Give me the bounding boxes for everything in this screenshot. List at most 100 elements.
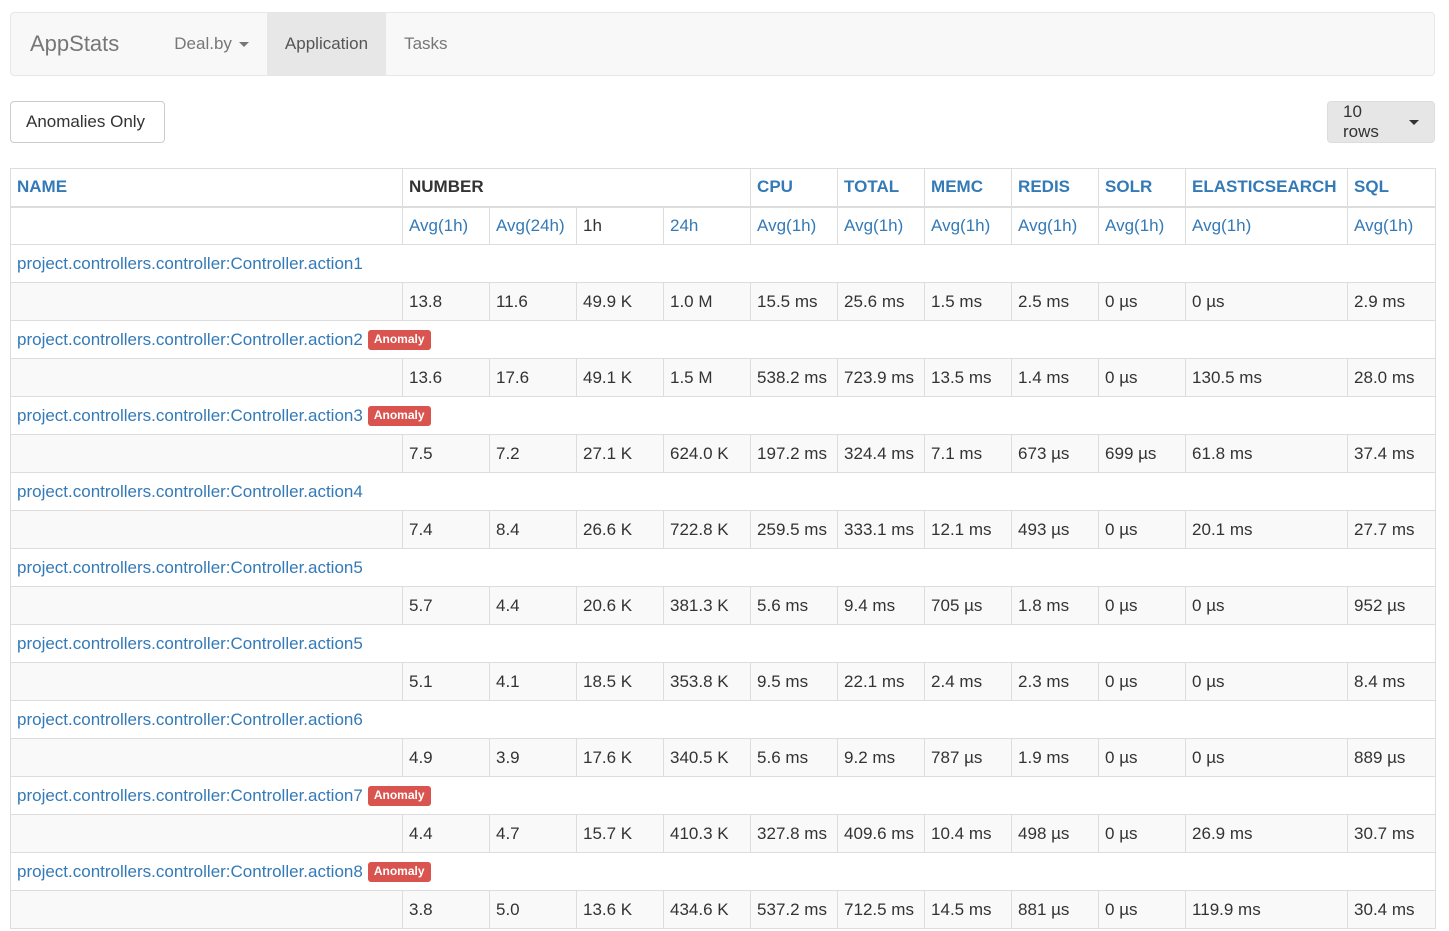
subheader-sort-link[interactable]: Avg(1h) xyxy=(1192,216,1251,235)
value-cell: 4.4 xyxy=(489,586,577,625)
nav-tasks[interactable]: Tasks xyxy=(386,13,465,75)
table-row-values: 3.8 5.0 13.6 K 434.6 K 537.2 ms 712.5 ms 14.5 … xyxy=(10,890,1437,929)
anomalies-only-button[interactable]: Anomalies Only xyxy=(10,101,165,143)
value-cell: 7.2 xyxy=(489,434,577,473)
table-row-name: project.controllers.controller:Controlle… xyxy=(9,700,1437,739)
action-name-link[interactable]: project.controllers.controller:Controlle… xyxy=(17,862,363,881)
value-cell: 787 µs xyxy=(924,738,1013,777)
header-memc-link[interactable]: MEMC xyxy=(931,177,983,196)
subheader-sort-link[interactable]: 24h xyxy=(670,216,698,235)
action-name-link[interactable]: project.controllers.controller:Controlle… xyxy=(17,330,363,349)
subheader-sort-link[interactable]: Avg(1h) xyxy=(1105,216,1164,235)
empty-cell xyxy=(10,434,403,473)
header-total[interactable]: TOTAL xyxy=(837,168,926,208)
subheader-cell[interactable]: Avg(1h) xyxy=(1011,206,1100,245)
value-cell: 0 µs xyxy=(1185,586,1349,625)
value-cell: 37.4 ms xyxy=(1347,434,1437,473)
header-solr[interactable]: SOLR xyxy=(1098,168,1187,208)
value-cell: 1.8 ms xyxy=(1011,586,1100,625)
action-name-link[interactable]: project.controllers.controller:Controlle… xyxy=(17,482,363,501)
header-number: NUMBER xyxy=(401,168,752,208)
header-solr-link[interactable]: SOLR xyxy=(1105,177,1152,196)
subheader-cell[interactable]: Avg(24h) xyxy=(489,206,577,245)
value-cell: 3.8 xyxy=(402,890,490,929)
subheader-cell[interactable]: Avg(1h) xyxy=(1098,206,1187,245)
table-row-name: project.controllers.controller:Controlle… xyxy=(9,396,1437,435)
value-cell: 324.4 ms xyxy=(837,434,926,473)
action-name-link[interactable]: project.controllers.controller:Controlle… xyxy=(17,786,363,805)
header-sql[interactable]: SQL xyxy=(1347,168,1437,208)
header-redis[interactable]: REDIS xyxy=(1011,168,1100,208)
subheader-cell[interactable]: 24h xyxy=(662,206,752,245)
subheader-sort-link[interactable]: Avg(1h) xyxy=(931,216,990,235)
table-row-name: project.controllers.controller:Controlle… xyxy=(9,244,1437,283)
header-cpu[interactable]: CPU xyxy=(750,168,839,208)
header-name[interactable]: NAME xyxy=(10,168,403,208)
anomaly-badge: Anomaly xyxy=(367,861,431,882)
value-cell: 15.7 K xyxy=(576,814,664,853)
value-cell: 673 µs xyxy=(1011,434,1100,473)
subheader-sort-link[interactable]: Avg(1h) xyxy=(757,216,816,235)
value-cell: 1.4 ms xyxy=(1011,358,1100,397)
stats-table-body: project.controllers.controller:Controlle… xyxy=(9,244,1437,929)
action-name-cell: project.controllers.controller:Controlle… xyxy=(9,244,1437,283)
table-row-values: 5.7 4.4 20.6 K 381.3 K 5.6 ms 9.4 ms 705 µs 1.8… xyxy=(10,586,1437,625)
subheader-sort-link[interactable]: Avg(1h) xyxy=(844,216,903,235)
value-cell: 30.7 ms xyxy=(1347,814,1437,853)
brand-link[interactable]: AppStats xyxy=(11,13,138,75)
action-name-link[interactable]: project.controllers.controller:Controlle… xyxy=(17,634,363,653)
value-cell: 2.9 ms xyxy=(1347,282,1437,321)
subheader-cell[interactable]: Avg(1h) xyxy=(837,206,926,245)
action-name-cell: project.controllers.controller:Controlle… xyxy=(9,624,1437,663)
value-cell: 7.5 xyxy=(402,434,490,473)
action-name-link[interactable]: project.controllers.controller:Controlle… xyxy=(17,558,363,577)
header-elasticsearch[interactable]: ELASTICSEARCH xyxy=(1185,168,1349,208)
value-cell: 0 µs xyxy=(1098,738,1187,777)
table-row-values: 13.8 11.6 49.9 K 1.0 M 15.5 ms 25.6 ms 1.5 ms 2… xyxy=(10,282,1437,321)
rows-dropdown-button[interactable]: 10 rows xyxy=(1327,101,1435,143)
header-cpu-link[interactable]: CPU xyxy=(757,177,793,196)
subheader-cell[interactable]: Avg(1h) xyxy=(1185,206,1349,245)
subheader-cell[interactable]: Avg(1h) xyxy=(402,206,490,245)
value-cell: 0 µs xyxy=(1098,282,1187,321)
action-name-link[interactable]: project.controllers.controller:Controlle… xyxy=(17,710,363,729)
subheader-cell[interactable]: Avg(1h) xyxy=(750,206,839,245)
subheader-sort-link[interactable]: Avg(1h) xyxy=(409,216,468,235)
header-elasticsearch-link[interactable]: ELASTICSEARCH xyxy=(1192,177,1337,196)
value-cell: 10.4 ms xyxy=(924,814,1013,853)
header-name-link[interactable]: NAME xyxy=(17,177,67,196)
nav-project-dropdown[interactable]: Deal.by xyxy=(156,13,267,75)
value-cell: 0 µs xyxy=(1098,510,1187,549)
subheader-cell[interactable]: Avg(1h) xyxy=(1347,206,1437,245)
table-row-name: project.controllers.controller:Controlle… xyxy=(9,776,1437,815)
header-redis-link[interactable]: REDIS xyxy=(1018,177,1070,196)
subheader-cell[interactable]: Avg(1h) xyxy=(924,206,1013,245)
nav-application[interactable]: Application xyxy=(266,13,387,75)
value-cell: 353.8 K xyxy=(662,662,752,701)
table-row-values: 5.1 4.1 18.5 K 353.8 K 9.5 ms 22.1 ms 2.4 ms 2.… xyxy=(10,662,1437,701)
value-cell: 340.5 K xyxy=(662,738,752,777)
value-cell: 13.5 ms xyxy=(924,358,1013,397)
empty-cell xyxy=(10,510,403,549)
header-total-link[interactable]: TOTAL xyxy=(844,177,899,196)
value-cell: 9.4 ms xyxy=(837,586,926,625)
subheader-sort-link[interactable]: Avg(24h) xyxy=(496,216,565,235)
value-cell: 28.0 ms xyxy=(1347,358,1437,397)
subheader-sort-link[interactable]: Avg(1h) xyxy=(1354,216,1413,235)
value-cell: 22.1 ms xyxy=(837,662,926,701)
header-sql-link[interactable]: SQL xyxy=(1354,177,1389,196)
value-cell: 15.5 ms xyxy=(750,282,839,321)
value-cell: 0 µs xyxy=(1185,282,1349,321)
value-cell: 722.8 K xyxy=(662,510,752,549)
table-row-name: project.controllers.controller:Controlle… xyxy=(9,624,1437,663)
value-cell: 8.4 ms xyxy=(1347,662,1437,701)
header-memc[interactable]: MEMC xyxy=(924,168,1013,208)
action-name-link[interactable]: project.controllers.controller:Controlle… xyxy=(17,406,363,425)
empty-cell xyxy=(10,738,403,777)
value-cell: 119.9 ms xyxy=(1185,890,1349,929)
value-cell: 327.8 ms xyxy=(750,814,839,853)
action-name-cell: project.controllers.controller:Controlle… xyxy=(9,548,1437,587)
subheader-sort-link[interactable]: Avg(1h) xyxy=(1018,216,1077,235)
action-name-link[interactable]: project.controllers.controller:Controlle… xyxy=(17,254,363,273)
value-cell: 30.4 ms xyxy=(1347,890,1437,929)
